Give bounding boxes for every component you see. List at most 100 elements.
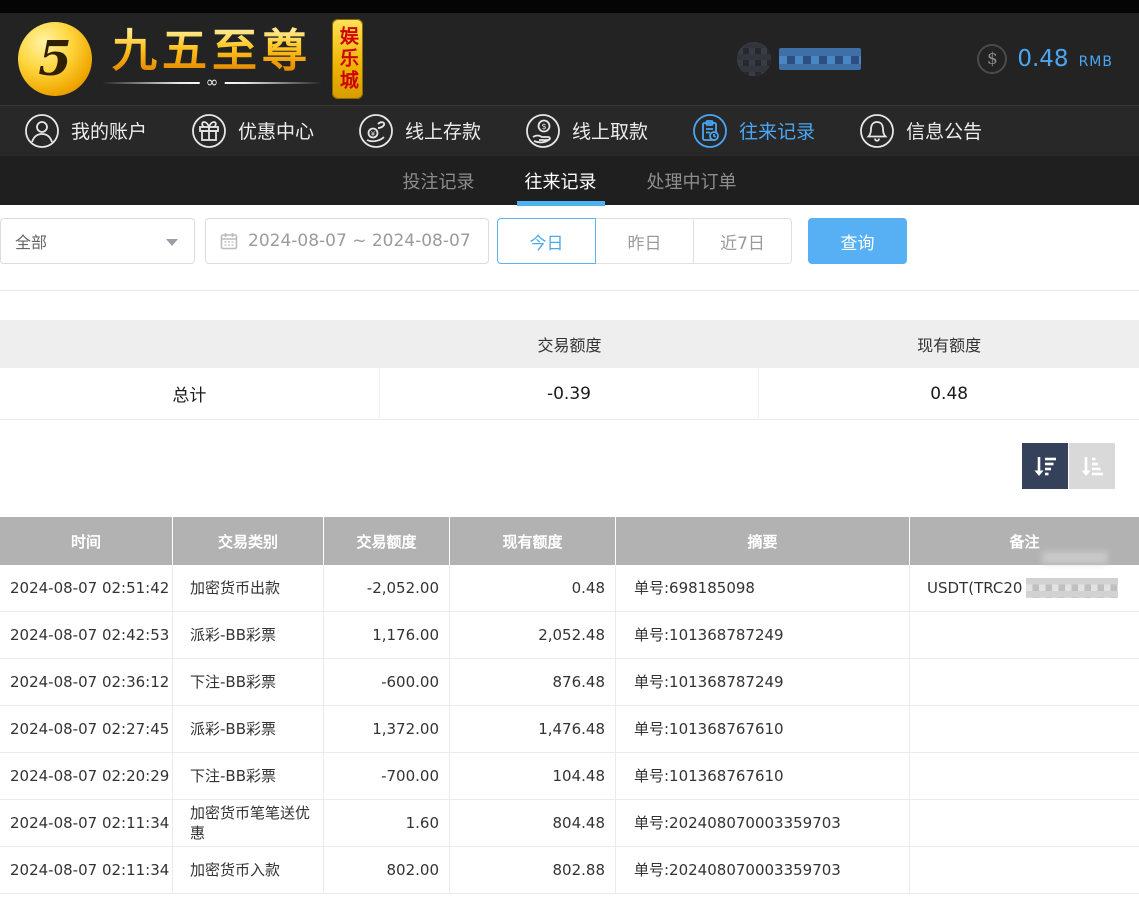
cell-time: 2024-08-07 02:11:34	[0, 800, 173, 846]
cell-summary: 单号:101368767610	[616, 753, 910, 799]
sort-ascending-button[interactable]	[1069, 443, 1115, 489]
cell-remark	[910, 612, 1139, 658]
cell-type: 下注-BB彩票	[173, 659, 324, 705]
cell-summary: 单号:202408070003359703	[616, 800, 910, 846]
quick-button-last7days[interactable]: 近7日	[693, 218, 792, 264]
site-logo[interactable]: 5 九五至尊 ∞ 娱乐城	[18, 19, 363, 99]
account-icon	[24, 113, 60, 149]
balance-currency: RMB	[1079, 49, 1113, 70]
balance-area[interactable]: $ 0.48 RMB	[977, 44, 1113, 74]
cell-summary: 单号:101368767610	[616, 706, 910, 752]
nav-item-announcements[interactable]: 信息公告	[859, 113, 982, 149]
cell-remark	[910, 659, 1139, 705]
table-row: 2024-08-07 02:27:45 派彩-BB彩票 1,372.00 1,4…	[0, 706, 1139, 753]
main-nav: 我的账户 优惠中心 ¥ 线上存款 $ 线上取款	[0, 105, 1139, 155]
type-select-value: 全部	[15, 229, 47, 253]
sort-button-group	[1022, 443, 1115, 489]
summary-header-balance: 现有额度	[759, 320, 1139, 368]
remark-text: USDT(TRC20	[927, 578, 1022, 598]
top-strip	[0, 0, 1139, 13]
cell-balance: 802.88	[450, 847, 616, 893]
cell-summary: 单号:101368787249	[616, 659, 910, 705]
active-tab-underline	[517, 201, 605, 206]
cell-balance: 1,476.48	[450, 706, 616, 752]
sort-ascending-icon	[1078, 452, 1106, 480]
cell-type: 加密货币入款	[173, 847, 324, 893]
col-header-amount: 交易额度	[324, 517, 450, 565]
tab-pending-orders[interactable]: 处理中订单	[641, 156, 743, 206]
table-row: 2024-08-07 02:42:53 派彩-BB彩票 1,176.00 2,0…	[0, 612, 1139, 659]
summary-total-balance: 0.48	[759, 368, 1139, 419]
nav-item-my-account[interactable]: 我的账户	[24, 113, 147, 149]
cell-balance: 804.48	[450, 800, 616, 846]
nav-label: 我的账户	[71, 117, 147, 144]
cell-amount: -600.00	[324, 659, 450, 705]
cell-amount: -700.00	[324, 753, 450, 799]
summary-header-empty	[0, 320, 380, 368]
quick-date-group: 今日 昨日 近7日	[497, 218, 792, 264]
dollar-coin-icon: $	[977, 44, 1007, 74]
tab-bar: 投注记录 往来记录 处理中订单	[0, 155, 1139, 205]
quick-button-today[interactable]: 今日	[497, 218, 596, 264]
date-range-value: 2024-08-07 ~ 2024-08-07	[248, 231, 471, 251]
nav-label: 线上取款	[572, 117, 648, 144]
table-row: 2024-08-07 02:11:34 加密货币笔笔送优惠 1.60 804.4…	[0, 800, 1139, 847]
query-button[interactable]: 查询	[808, 218, 907, 264]
records-icon	[692, 113, 728, 149]
withdraw-icon: $	[525, 113, 561, 149]
nav-item-transaction-records[interactable]: 往来记录	[692, 113, 815, 149]
summary-table: 交易额度 现有额度 总计 -0.39 0.48	[0, 320, 1139, 420]
type-select[interactable]: 全部	[0, 218, 195, 264]
cell-summary: 单号:101368787249	[616, 612, 910, 658]
nav-item-withdraw[interactable]: $ 线上取款	[525, 113, 648, 149]
summary-header-row: 交易额度 现有额度	[0, 320, 1139, 368]
brand-name: 九五至尊	[112, 27, 312, 74]
nav-label: 线上存款	[405, 117, 481, 144]
sort-descending-icon	[1031, 452, 1059, 480]
nav-label: 往来记录	[739, 117, 815, 144]
cell-type: 加密货币笔笔送优惠	[173, 800, 324, 846]
table-header-row: 时间 交易类别 交易额度 现有额度 摘要 备注	[0, 517, 1139, 565]
user-area[interactable]	[737, 42, 861, 76]
tab-label: 往来记录	[525, 168, 597, 194]
filter-row: 全部 2024-08-07 ~ 2024-08-07 今日 昨日 近7日 查询	[0, 218, 1139, 264]
nav-item-deposit[interactable]: ¥ 线上存款	[358, 113, 481, 149]
svg-text:$: $	[542, 122, 547, 131]
brand-badge: 娱乐城	[332, 19, 363, 99]
deposit-icon: ¥	[358, 113, 394, 149]
main-header: 5 九五至尊 ∞ 娱乐城 $ 0.48 RMB	[0, 13, 1139, 105]
summary-total-amount: -0.39	[380, 368, 760, 419]
summary-total-label: 总计	[0, 368, 380, 419]
cell-time: 2024-08-07 02:11:34	[0, 847, 173, 893]
cell-time: 2024-08-07 02:27:45	[0, 706, 173, 752]
tab-label: 处理中订单	[647, 168, 737, 194]
bell-icon	[859, 113, 895, 149]
cell-balance: 104.48	[450, 753, 616, 799]
cell-remark: USDT(TRC20	[910, 565, 1139, 611]
cell-time: 2024-08-07 02:42:53	[0, 612, 173, 658]
date-range-input[interactable]: 2024-08-07 ~ 2024-08-07	[205, 218, 489, 264]
separator-line	[0, 290, 1139, 291]
cell-amount: 1,176.00	[324, 612, 450, 658]
quick-button-yesterday[interactable]: 昨日	[595, 218, 694, 264]
calendar-icon	[220, 232, 238, 250]
cell-balance: 2,052.48	[450, 612, 616, 658]
cell-time: 2024-08-07 02:20:29	[0, 753, 173, 799]
table-row: 2024-08-07 02:51:42 加密货币出款 -2,052.00 0.4…	[0, 565, 1139, 612]
cell-summary: 单号:698185098	[616, 565, 910, 611]
cell-remark	[910, 753, 1139, 799]
col-header-type: 交易类别	[173, 517, 324, 565]
cell-amount: -2,052.00	[324, 565, 450, 611]
sort-descending-button[interactable]	[1022, 443, 1068, 489]
transactions-table: 时间 交易类别 交易额度 现有额度 摘要 备注 2024-08-07 02:51…	[0, 517, 1139, 894]
nav-item-promotions[interactable]: 优惠中心	[191, 113, 314, 149]
cell-balance: 0.48	[450, 565, 616, 611]
gift-icon	[191, 113, 227, 149]
cell-time: 2024-08-07 02:51:42	[0, 565, 173, 611]
cell-remark	[910, 847, 1139, 893]
nav-label: 信息公告	[906, 117, 982, 144]
table-row: 2024-08-07 02:11:34 加密货币入款 802.00 802.88…	[0, 847, 1139, 894]
tab-transaction-records[interactable]: 往来记录	[519, 156, 603, 206]
censor-blob	[1042, 551, 1108, 564]
tab-betting-records[interactable]: 投注记录	[397, 156, 481, 206]
